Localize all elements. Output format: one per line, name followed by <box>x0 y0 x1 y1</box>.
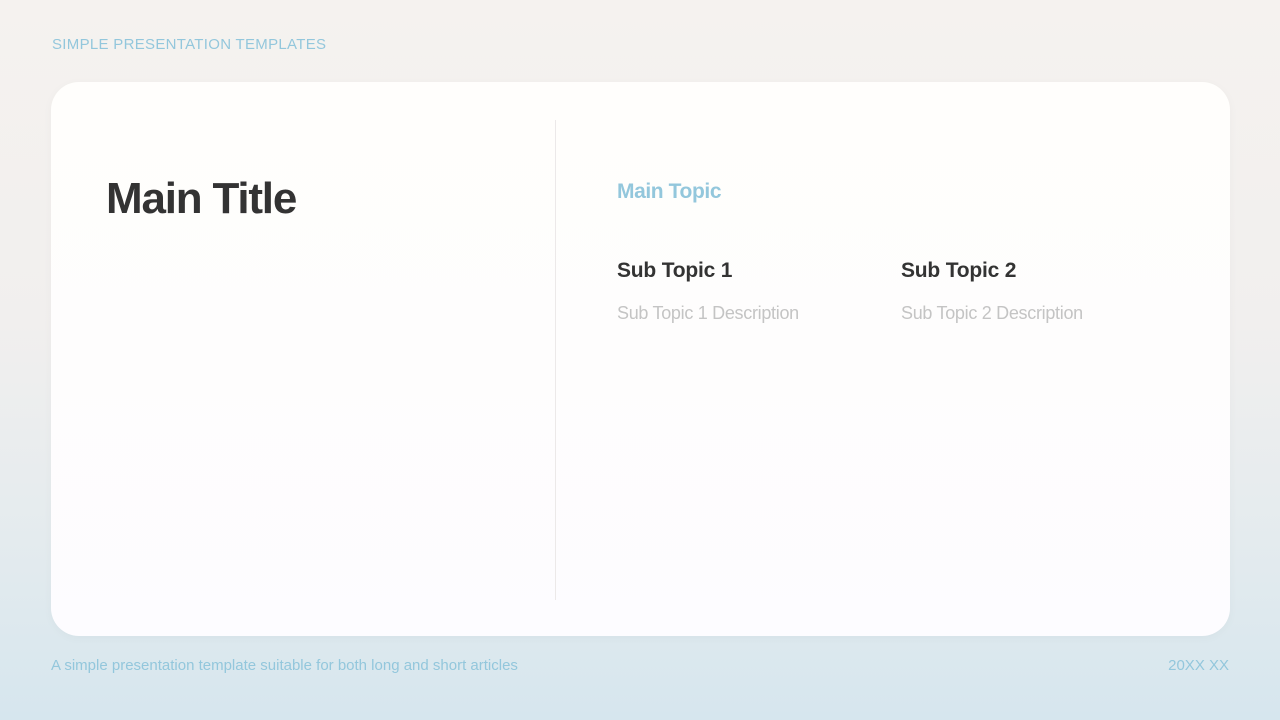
footer-date: 20XX XX <box>1168 657 1229 674</box>
vertical-divider <box>555 120 556 600</box>
main-topic-heading: Main Topic <box>617 180 722 203</box>
content-card: Main Title Main Topic Sub Topic 1 Sub To… <box>51 82 1230 636</box>
sub-topic-2-description: Sub Topic 2 Description <box>901 303 1083 323</box>
sub-topic-1-description: Sub Topic 1 Description <box>617 303 799 323</box>
footer-description: A simple presentation template suitable … <box>51 657 518 674</box>
sub-topic-1-title: Sub Topic 1 <box>617 259 733 282</box>
main-title: Main Title <box>106 174 297 223</box>
sub-topic-2-title: Sub Topic 2 <box>901 259 1017 282</box>
header-label: SIMPLE PRESENTATION TEMPLATES <box>52 36 327 53</box>
